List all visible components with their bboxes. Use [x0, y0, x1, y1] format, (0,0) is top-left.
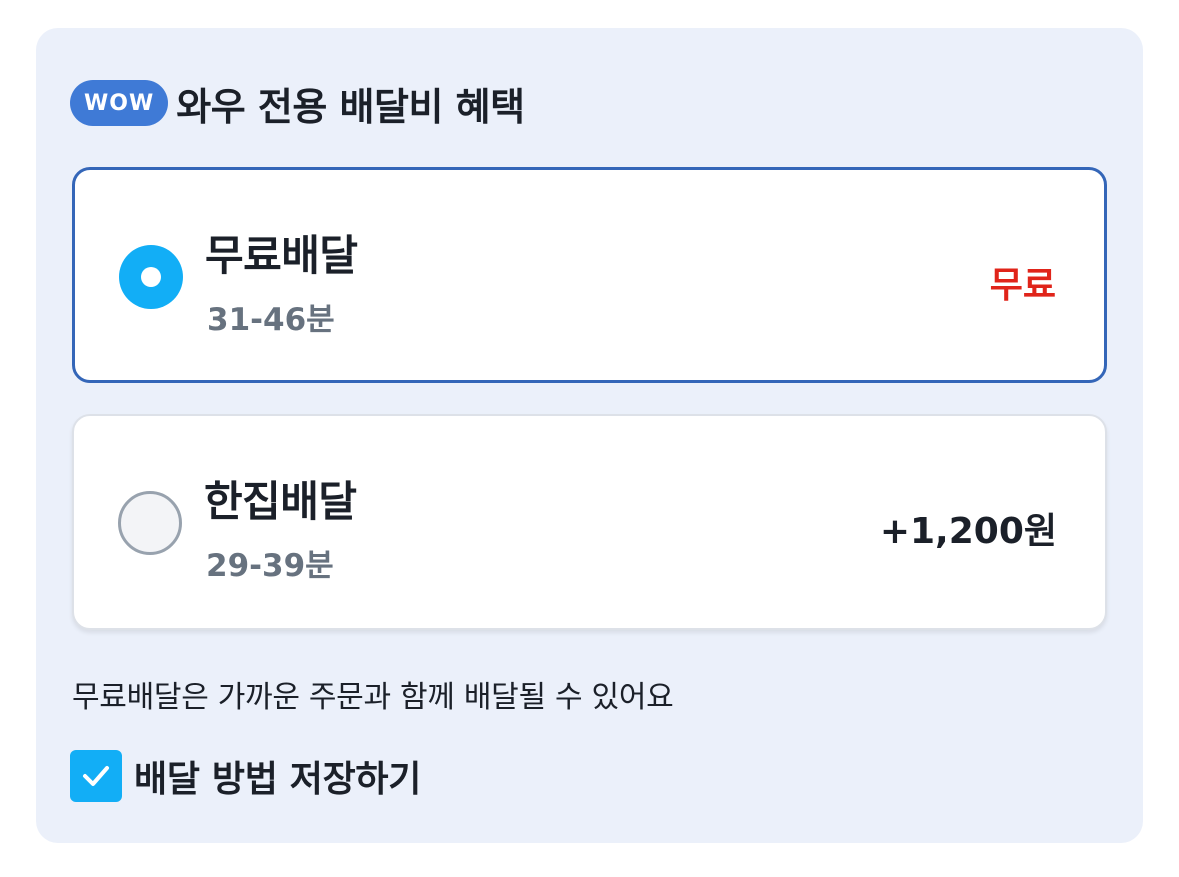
option-price: +1,200원 [879, 511, 1057, 552]
check-icon [83, 766, 109, 786]
option-free-delivery[interactable]: 무료배달 31-46분 무료 [72, 167, 1107, 383]
radio-unselected-icon[interactable] [118, 491, 182, 555]
option-single-delivery[interactable]: 한집배달 29-39분 +1,200원 [72, 414, 1107, 630]
option-price: 무료 [989, 265, 1056, 306]
option-time: 29-39분 [206, 548, 334, 584]
save-delivery-method-label[interactable]: 배달 방법 저장하기 [134, 750, 421, 802]
save-delivery-method-row[interactable]: 배달 방법 저장하기 [70, 750, 421, 802]
delivery-note: 무료배달은 가까운 주문과 함께 배달될 수 있어요 [72, 680, 674, 715]
panel-title: 와우 전용 배달비 혜택 [176, 84, 525, 129]
checkbox-checked-icon[interactable] [70, 750, 122, 802]
panel-header: WOW 와우 전용 배달비 혜택 [70, 78, 525, 129]
option-name: 한집배달 [204, 477, 357, 526]
option-name: 무료배달 [205, 231, 358, 280]
option-time: 31-46분 [207, 302, 335, 338]
wow-badge: WOW [70, 80, 169, 126]
radio-selected-icon[interactable] [119, 245, 183, 309]
